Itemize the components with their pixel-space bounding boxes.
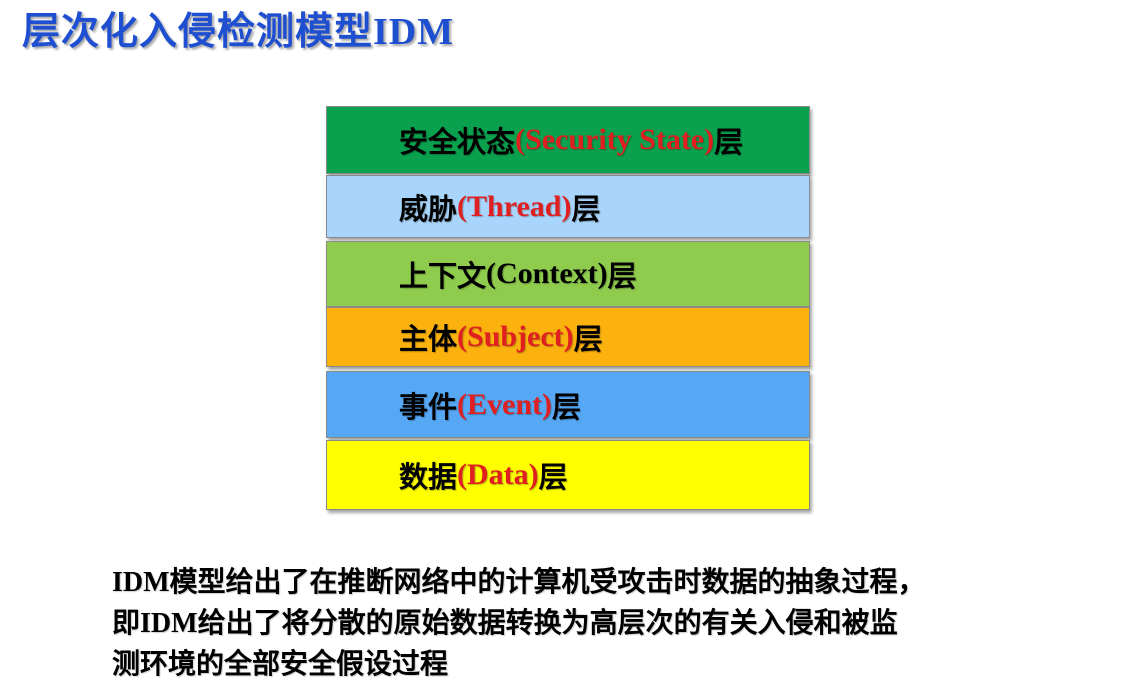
layer-data: 数据 (Data) 层 — [326, 440, 810, 510]
layer-label: 安全状态 (Security State) 层 — [399, 107, 743, 173]
layer-prefix: 安全状态 — [399, 125, 516, 159]
description-line-2: 即IDM给出了将分散的原始数据转换为高层次的有关入侵和被监 — [112, 603, 1072, 644]
title-en: IDM — [373, 11, 455, 53]
desc-cn: 给出了将分散的原始数据转换为高层次的有关入侵和被监 — [197, 606, 898, 639]
layer-event: 事件 (Event) 层 — [326, 371, 810, 438]
layer-prefix: 主体 — [399, 322, 458, 356]
layer-en: (Data) — [457, 458, 539, 491]
title-cn: 层次化入侵检测模型 — [22, 9, 374, 53]
desc-cn: 测环境的全部安全假设过程 — [112, 647, 449, 680]
description-line-1: IDM模型给出了在推断网络中的计算机受攻击时数据的抽象过程， — [112, 562, 1072, 603]
layer-en: (Event) — [457, 387, 552, 421]
layer-suffix: 层 — [552, 389, 582, 424]
layer-subject: 主体 (Subject) 层 — [326, 307, 810, 367]
layer-label: 数据 (Data) 层 — [399, 441, 568, 509]
layer-label: 主体 (Subject) 层 — [399, 308, 603, 366]
desc-en: IDM — [140, 608, 198, 639]
layer-en: (Security State) — [515, 123, 715, 156]
desc-en: IDM — [112, 567, 170, 598]
layer-security-state: 安全状态 (Security State) 层 — [326, 106, 810, 174]
layer-prefix: 事件 — [399, 389, 458, 424]
layer-context: 上下文 (Context) 层 — [326, 241, 810, 307]
desc-cn: 模型给出了在推断网络中的计算机受攻击时数据的抽象过程， — [169, 565, 926, 598]
description-line-3: 测环境的全部安全假设过程 — [112, 644, 1072, 684]
layer-suffix: 层 — [571, 191, 601, 226]
layer-prefix: 上下文 — [399, 259, 487, 293]
layer-en: (Thread) — [457, 189, 572, 223]
layer-prefix: 数据 — [399, 460, 458, 494]
page-title: 层次化入侵检测模型IDM — [22, 6, 454, 56]
layer-suffix: 层 — [573, 322, 603, 356]
desc-cn: 即 — [112, 606, 141, 639]
layer-suffix: 层 — [538, 460, 568, 494]
layer-label: 威胁 (Thread) 层 — [399, 176, 600, 237]
layer-en: (Subject) — [457, 320, 574, 353]
layer-prefix: 威胁 — [399, 191, 458, 226]
layer-suffix: 层 — [714, 125, 744, 159]
layer-en: (Context) — [486, 257, 608, 290]
layer-thread: 威胁 (Thread) 层 — [326, 175, 810, 238]
layer-suffix: 层 — [607, 259, 637, 293]
layer-label: 事件 (Event) 层 — [399, 372, 581, 437]
description-paragraph: IDM模型给出了在推断网络中的计算机受攻击时数据的抽象过程， 即IDM给出了将分… — [112, 562, 1072, 684]
layer-label: 上下文 (Context) 层 — [399, 242, 637, 306]
